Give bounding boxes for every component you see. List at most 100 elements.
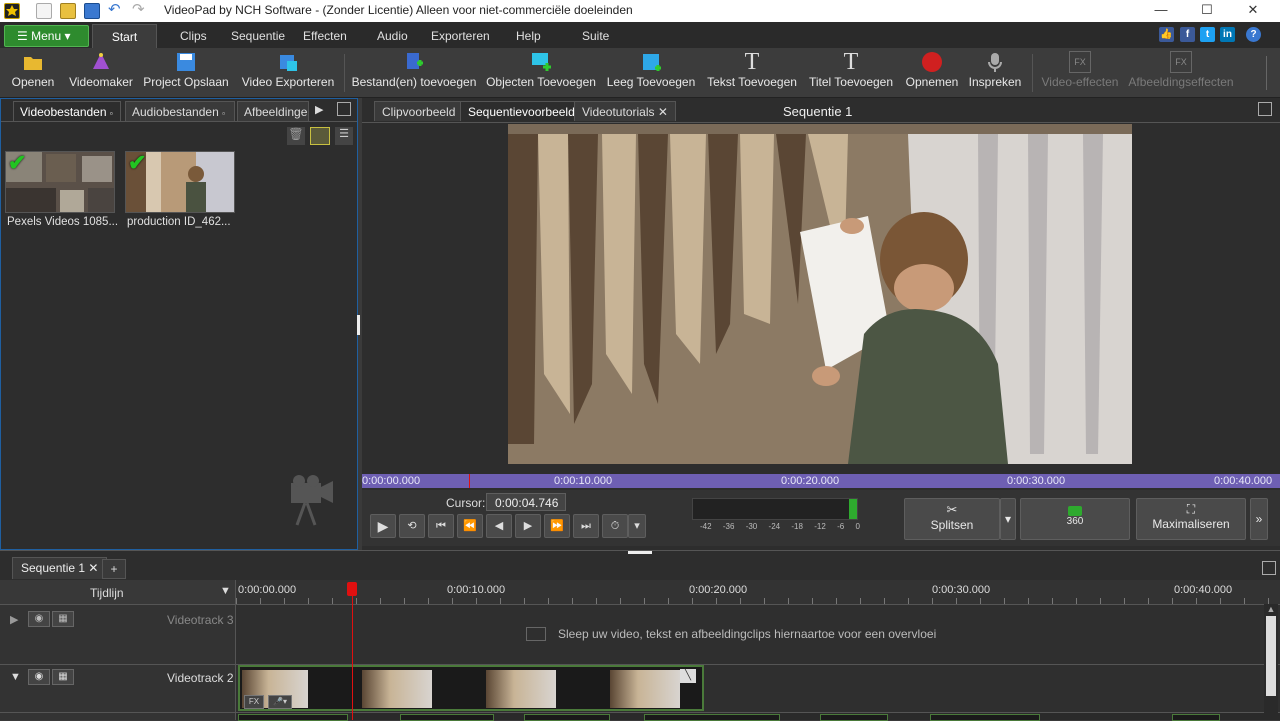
tab-clip-preview[interactable]: Clipvoorbeeld (374, 101, 464, 121)
tab-video-files[interactable]: Videobestanden ▫ (13, 101, 121, 121)
fullscreen-icon: ⛶ (1186, 502, 1196, 516)
undock-icon[interactable] (337, 102, 351, 116)
timeline-ruler[interactable]: Tijdlijn ▼ 0:00:00.000 0:00:10.000 0:00:… (0, 580, 1280, 604)
tab-suite[interactable]: Suite (582, 29, 609, 43)
new-folder-icon[interactable] (310, 127, 330, 145)
facebook-icon[interactable]: f (1180, 27, 1195, 42)
menu-button[interactable]: ☰ Menu ▾ (4, 25, 89, 47)
export-video-label: Video Exporteren (241, 75, 335, 89)
vr-360-button[interactable]: 360 (1020, 498, 1130, 540)
close-tab-icon[interactable]: ✕ (88, 561, 98, 575)
meter-tick: 0 (855, 522, 860, 531)
add-empty-button[interactable]: Leeg Toevoegen (604, 51, 698, 95)
open-button[interactable]: Openen (8, 51, 58, 95)
record-button[interactable]: Opnemen (902, 51, 962, 95)
tab-images[interactable]: Afbeeldinge (237, 101, 309, 121)
tab-clips[interactable]: Clips (180, 29, 207, 43)
track-options-icon[interactable]: ▦ (52, 669, 74, 685)
help-icon[interactable]: ? (1246, 27, 1261, 42)
add-title-button[interactable]: T Titel Toevoegen (806, 50, 896, 95)
twitter-icon[interactable]: t (1200, 27, 1215, 42)
resize-handle[interactable] (628, 551, 652, 554)
add-objects-button[interactable]: Objecten Toevoegen (484, 51, 598, 95)
video-preview[interactable] (508, 124, 1132, 464)
close-window-button[interactable]: ✕ (1230, 0, 1276, 22)
file-thumbnail[interactable]: ✔ (125, 151, 235, 213)
trash-icon[interactable]: 🗑 (287, 127, 305, 145)
minimize-button[interactable]: — (1138, 0, 1184, 22)
undock-icon[interactable] (1262, 561, 1276, 575)
export-video-button[interactable]: Video Exporteren (240, 51, 336, 95)
image-effects-button[interactable]: FX Afbeeldingseffecten (1126, 51, 1236, 95)
play-button[interactable]: ▶ (370, 514, 396, 538)
tab-audio-files[interactable]: Audiobestanden ▫ (125, 101, 235, 121)
add-sequence-button[interactable]: + (102, 559, 126, 579)
collapse-track-icon[interactable]: ▼ (10, 671, 21, 683)
videomaker-button[interactable]: Videomaker (68, 51, 134, 95)
imported-check-icon: ✔ (128, 151, 147, 175)
go-start-button[interactable]: ⏮ (428, 514, 454, 538)
undock-icon[interactable] (1258, 102, 1272, 116)
tab-start[interactable]: Start (92, 24, 157, 48)
add-text-button[interactable]: T Tekst Toevoegen (704, 50, 800, 95)
save-project-icon[interactable] (84, 3, 100, 19)
preview-panel: Clipvoorbeeld Sequentievoorbeeld Videotu… (362, 98, 1280, 550)
speed-button[interactable]: ⏱ (602, 514, 628, 538)
panel-splitter[interactable] (357, 315, 360, 335)
next-clip-button[interactable]: ⏩ (544, 514, 570, 538)
like-icon[interactable]: 👍 (1159, 27, 1174, 42)
video-effects-button[interactable]: FX Video-effecten (1040, 51, 1120, 95)
clip-fx-icon[interactable]: FX (244, 695, 264, 709)
tab-sequence-preview[interactable]: Sequentievoorbeeld (460, 101, 583, 121)
maximize-window-button[interactable]: ☐ (1184, 0, 1230, 22)
tab-exporteren[interactable]: Exporteren (431, 29, 490, 43)
tab-sequentie[interactable]: Sequentie (231, 29, 285, 43)
more-controls-button[interactable]: » (1250, 498, 1268, 540)
open-project-icon[interactable] (60, 3, 76, 19)
step-back-button[interactable]: ◀ (486, 514, 512, 538)
split-dropdown-button[interactable]: ▾ (1000, 498, 1016, 540)
expand-track-icon[interactable]: ▶ (10, 613, 18, 626)
tab-effecten[interactable]: Effecten (303, 29, 347, 43)
add-file-icon (403, 51, 425, 73)
list-view-icon[interactable]: ☰ (335, 127, 353, 145)
narrate-button[interactable]: Inspreken (966, 51, 1024, 95)
redo-icon[interactable]: ↷ (132, 2, 148, 19)
preview-playhead[interactable] (469, 474, 470, 488)
maximize-preview-button[interactable]: ⛶ Maximaliseren (1136, 498, 1246, 540)
tab-help[interactable]: Help (516, 29, 541, 43)
close-tab-icon[interactable]: ✕ (658, 105, 668, 119)
tab-scroll-right-icon[interactable]: ▶ (315, 103, 323, 116)
clip-transition-icon[interactable]: ╲ (680, 669, 696, 683)
preview-ruler[interactable]: 0:00:00.000 0:00:10.000 0:00:20.000 0:00… (362, 474, 1280, 488)
scroll-up-icon[interactable]: ▲ (1264, 604, 1278, 614)
scroll-thumb[interactable] (1266, 616, 1276, 696)
undo-icon[interactable]: ↶ (108, 2, 124, 19)
toolbar-overflow[interactable] (1266, 56, 1276, 90)
track-options-icon[interactable]: ▦ (52, 611, 74, 627)
clip-audio-icon[interactable]: 🎤▾ (268, 695, 292, 709)
timeline-playhead[interactable] (352, 596, 353, 720)
loop-button[interactable]: ⟲ (399, 514, 425, 538)
tab-video-tutorials[interactable]: Videotutorials ✕ (574, 101, 676, 121)
visibility-toggle-icon[interactable]: ◉ (28, 611, 50, 627)
new-project-icon[interactable] (36, 3, 52, 19)
go-end-button[interactable]: ⏭ (573, 514, 599, 538)
file-thumbnail[interactable]: ✔ (5, 151, 115, 213)
linkedin-icon[interactable]: in (1220, 27, 1235, 42)
tab-video-tutorials-label: Videotutorials (582, 105, 655, 119)
video-clip[interactable]: FX 🎤▾ ╲ (238, 665, 704, 711)
prev-clip-button[interactable]: ⏪ (457, 514, 483, 538)
split-button[interactable]: ✂ Splitsen (904, 498, 1000, 540)
timeline-scrollbar[interactable]: ▲ (1264, 604, 1278, 720)
add-files-button[interactable]: Bestand(en) toevoegen (350, 51, 478, 95)
save-project-button[interactable]: Project Opslaan (140, 51, 232, 95)
step-forward-button[interactable]: ▶ (515, 514, 541, 538)
timeline-mode-select[interactable]: Tijdlijn ▼ (0, 580, 236, 604)
timeline-playhead-handle[interactable] (347, 582, 357, 596)
visibility-toggle-icon[interactable]: ◉ (28, 669, 50, 685)
cursor-time-field[interactable]: 0:00:04.746 (486, 493, 566, 511)
tab-sequence-1[interactable]: Sequentie 1 ✕ (12, 557, 108, 579)
tab-audio[interactable]: Audio (377, 29, 408, 43)
speed-dropdown-button[interactable]: ▾ (628, 514, 646, 538)
